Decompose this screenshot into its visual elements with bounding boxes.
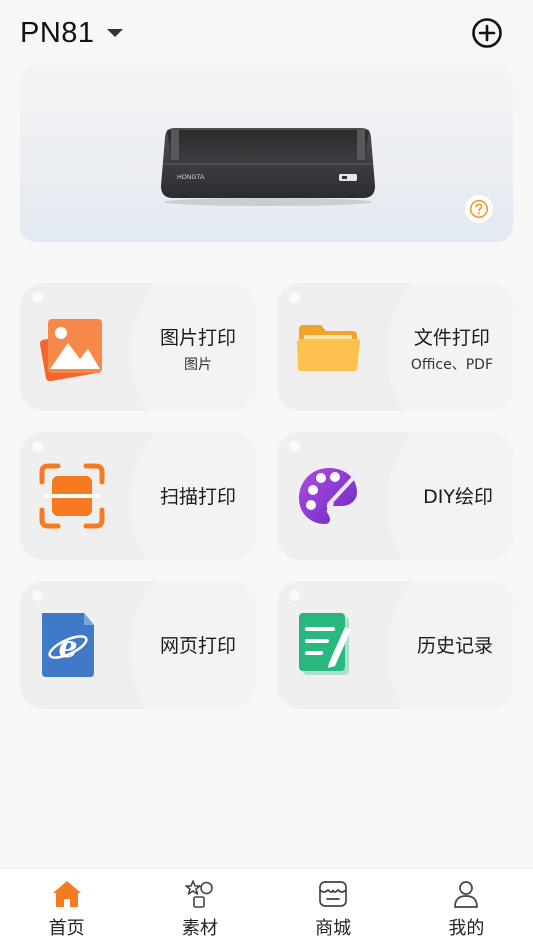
web-browser-icon: e [42,613,94,677]
image-icon [39,319,102,381]
store-icon [319,881,347,907]
image-print-subtitle: 图片 [183,357,212,373]
tab-home[interactable]: 首页 [0,869,133,948]
add-circle-icon[interactable] [471,17,503,49]
image-print-card[interactable]: 图片打印 图片 [20,283,256,411]
file-print-title: 文件打印 [413,327,490,349]
home-icon [52,881,81,907]
file-print-card[interactable]: 文件打印 Office、PDF [277,283,513,411]
svg-text:e: e [58,630,77,665]
scan-print-title: 扫描打印 [159,486,236,508]
materials-icon [185,880,213,908]
scan-print-card[interactable]: 扫描打印 [20,432,256,560]
tab-store-label: 商城 [315,918,352,939]
scan-icon [39,463,105,529]
diy-print-title: DIY绘印 [423,486,493,508]
history-title: 历史记录 [416,635,493,657]
question-icon [469,199,489,219]
tab-materials-label: 素材 [181,918,218,939]
image-print-title: 图片打印 [159,327,236,349]
printer-banner[interactable]: HONGTA [20,65,513,242]
printer-image: HONGTA [161,128,375,206]
printer-brand-text: HONGTA [177,174,205,181]
diy-print-card[interactable]: DIY绘印 [277,432,513,560]
history-card[interactable]: 历史记录 [277,581,513,709]
web-print-card[interactable]: e 网页打印 [20,581,256,709]
help-button[interactable] [465,195,493,223]
bottom-tab-bar: 首页 素材 商城 我的 [0,868,533,948]
chevron-down-icon [106,29,123,37]
tab-materials[interactable]: 素材 [133,869,266,948]
tab-home-label: 首页 [48,918,85,939]
history-note-icon [299,613,351,675]
file-print-subtitle: Office、PDF [410,357,493,373]
tab-store[interactable]: 商城 [267,869,400,948]
folder-icon [297,325,361,371]
profile-icon [454,881,479,908]
web-print-title: 网页打印 [159,635,236,657]
app-header: PN81 [0,0,533,64]
tab-profile[interactable]: 我的 [400,869,533,948]
tab-profile-label: 我的 [448,918,485,939]
device-name: PN81 [20,16,95,49]
palette-icon [299,468,357,524]
device-selector[interactable]: PN81 [20,14,123,52]
